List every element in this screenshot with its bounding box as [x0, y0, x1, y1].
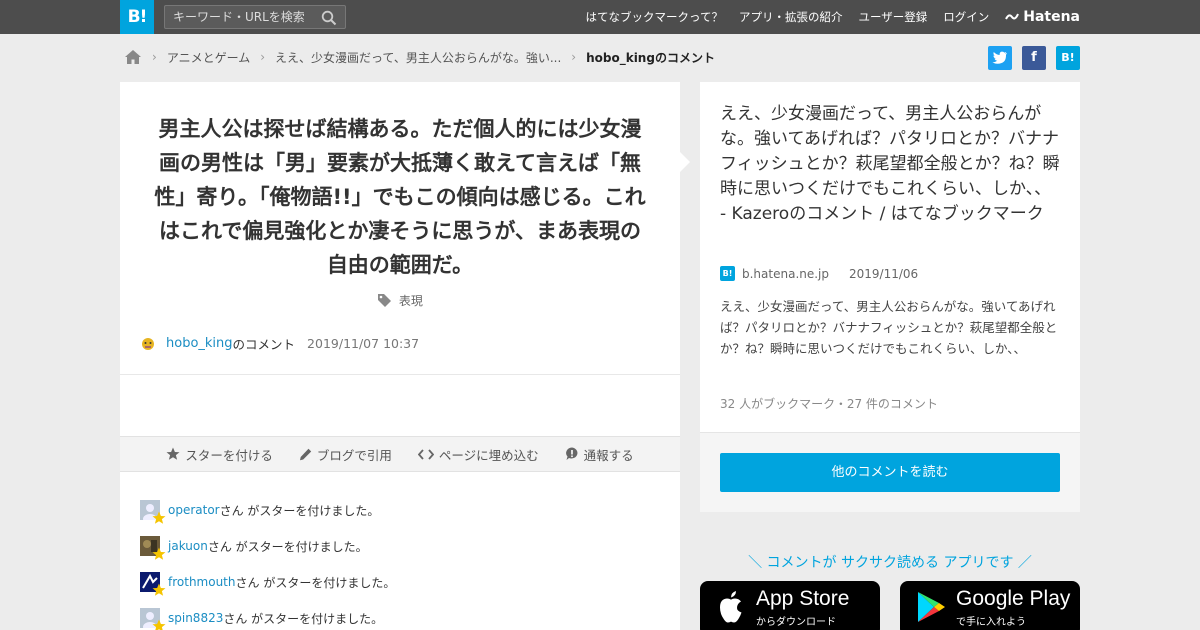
user-avatar[interactable] — [140, 536, 166, 560]
card-pointer — [680, 152, 690, 172]
home-icon[interactable] — [124, 49, 142, 65]
user-avatar[interactable] — [140, 608, 166, 630]
comment-date[interactable]: 2019/11/07 10:37 — [307, 336, 419, 351]
star-user-link[interactable]: frothmouth — [168, 575, 236, 589]
entry-footer: 他のコメントを読む — [700, 432, 1080, 512]
app-promo-tagline: ＼ コメントが サクサク読める アプリです ／ — [748, 555, 1032, 571]
search-input[interactable] — [173, 9, 317, 25]
entry-date: 2019/11/06 — [849, 266, 919, 281]
author-suffix: のコメント — [232, 337, 296, 352]
star-list: operator さん がスターを付けました。 jakuon さん がスターを付… — [140, 492, 395, 630]
pencil-icon — [299, 448, 312, 460]
blog-quote-label: ブログで引用 — [316, 447, 392, 463]
twitter-share-icon[interactable] — [988, 46, 1012, 70]
embed-label: ページに埋め込む — [438, 447, 539, 463]
entry-meta: B! b.hatena.ne.jp 2019/11/06 — [720, 266, 918, 281]
chevron-right-icon: › — [571, 50, 577, 64]
breadcrumb-current: hobo_kingのコメント — [586, 50, 715, 65]
star-text: さん がスターを付けました。 — [223, 611, 384, 626]
entry-card: ええ、少女漫画だって、男主人公おらんがな。強いてあげれば？パタリロとか？バナナフ… — [700, 82, 1080, 512]
divider — [120, 374, 680, 375]
app-store-name: App Store — [756, 587, 850, 610]
hatena-bookmark-logo[interactable]: B! — [120, 0, 154, 34]
hatena-brand-label: Hatena — [1023, 9, 1080, 25]
chevron-right-icon: › — [260, 50, 266, 64]
add-star-label: スターを付ける — [185, 447, 273, 463]
google-play-button[interactable]: Google Play で手に入れよう — [900, 581, 1080, 630]
report-icon — [565, 447, 578, 460]
search-icon[interactable] — [321, 10, 337, 26]
hatena-brand-link[interactable]: Hatena — [1005, 9, 1080, 25]
apple-icon — [720, 591, 742, 623]
entry-summary: ええ、少女漫画だって、男主人公おらんがな。強いてあげれば？パタリロとか？バナナフ… — [720, 299, 1058, 356]
star-user-link[interactable]: operator — [168, 503, 220, 517]
top-header: B! はてなブックマークって？ アプリ・拡張の紹介 ユーザー登録 ログイン Ha… — [0, 0, 1200, 34]
search-box — [164, 5, 346, 29]
nav-login-link[interactable]: ログイン — [943, 9, 989, 25]
star-list-item: operator さん がスターを付けました。 — [140, 492, 395, 528]
author-name-link[interactable]: hobo_king — [166, 336, 233, 351]
star-list-item: jakuon さん がスターを付けました。 — [140, 528, 395, 564]
entry-title-link[interactable]: ええ、少女漫画だって、男主人公おらんがな。強いてあげれば？パタリロとか？バナナフ… — [720, 102, 1062, 227]
star-list-item: spin8823 さん がスターを付けました。 — [140, 600, 395, 630]
user-avatar[interactable] — [140, 572, 166, 596]
code-icon — [417, 448, 434, 460]
google-play-icon — [918, 592, 945, 622]
site-favicon-icon: B! — [720, 266, 735, 281]
comment-actions: スターを付ける ブログで引用 ページに埋め込む 通報する — [120, 436, 680, 472]
star-text: さん がスターを付けました。 — [207, 539, 368, 554]
comment-author-row: hobo_king のコメント 2019/11/07 10:37 — [140, 334, 419, 353]
entry-domain[interactable]: b.hatena.ne.jp — [742, 267, 829, 281]
blog-quote-button[interactable]: ブログで引用 — [299, 445, 392, 464]
hatena-bookmark-share-icon[interactable]: B! — [1056, 46, 1080, 70]
breadcrumb-category[interactable]: アニメとゲーム — [167, 49, 250, 66]
read-other-comments-button[interactable]: 他のコメントを読む — [720, 453, 1060, 492]
star-icon — [152, 583, 166, 596]
comment-body: 男主人公は探せば結構ある。ただ個人的には少女漫画の男性は「男」要素が大抵薄く敢え… — [154, 117, 646, 277]
star-list-item: frothmouth さん がスターを付けました。 — [140, 564, 395, 600]
tag-icon — [378, 294, 392, 307]
nav-apps-link[interactable]: アプリ・拡張の紹介 — [739, 9, 843, 25]
nav-about-link[interactable]: はてなブックマークって？ — [586, 9, 723, 25]
report-button[interactable]: 通報する — [565, 445, 634, 464]
entry-counts[interactable]: 32 人がブックマーク・27 件のコメント — [720, 395, 938, 412]
facebook-share-icon[interactable]: f — [1022, 46, 1046, 70]
add-star-button[interactable]: スターを付ける — [166, 445, 273, 464]
report-label: 通報する — [583, 447, 634, 463]
comment-card: 男主人公は探せば結構ある。ただ個人的には少女漫画の男性は「男」要素が大抵薄く敢え… — [120, 82, 680, 630]
breadcrumb: › アニメとゲーム › ええ、少女漫画だって、男主人公おらんがな。強い... ›… — [124, 46, 715, 68]
author-avatar[interactable] — [140, 336, 156, 352]
star-text: さん がスターを付けました。 — [219, 503, 380, 518]
nav-register-link[interactable]: ユーザー登録 — [858, 9, 927, 25]
star-user-link[interactable]: jakuon — [168, 539, 208, 553]
comment-tag: 表現 — [120, 292, 680, 309]
comment-tag-label[interactable]: 表現 — [399, 294, 423, 308]
app-store-button[interactable]: App Store からダウンロード — [700, 581, 880, 630]
app-store-sub: からダウンロード — [756, 617, 836, 628]
embed-button[interactable]: ページに埋め込む — [417, 445, 539, 464]
user-avatar[interactable] — [140, 500, 166, 524]
hatena-logo-icon — [1005, 13, 1020, 20]
google-play-name: Google Play — [956, 587, 1071, 610]
breadcrumb-entry[interactable]: ええ、少女漫画だって、男主人公おらんがな。強い... — [275, 49, 561, 66]
star-icon — [152, 619, 166, 630]
share-buttons: f B! — [988, 46, 1080, 70]
star-icon — [166, 447, 180, 460]
top-nav: はてなブックマークって？ アプリ・拡張の紹介 ユーザー登録 ログイン Haten… — [586, 0, 1080, 34]
star-text: さん がスターを付けました。 — [235, 575, 396, 590]
star-icon — [152, 547, 166, 560]
star-icon — [152, 511, 166, 524]
chevron-right-icon: › — [152, 50, 157, 64]
google-play-sub: で手に入れよう — [956, 617, 1026, 628]
star-user-link[interactable]: spin8823 — [168, 611, 223, 625]
